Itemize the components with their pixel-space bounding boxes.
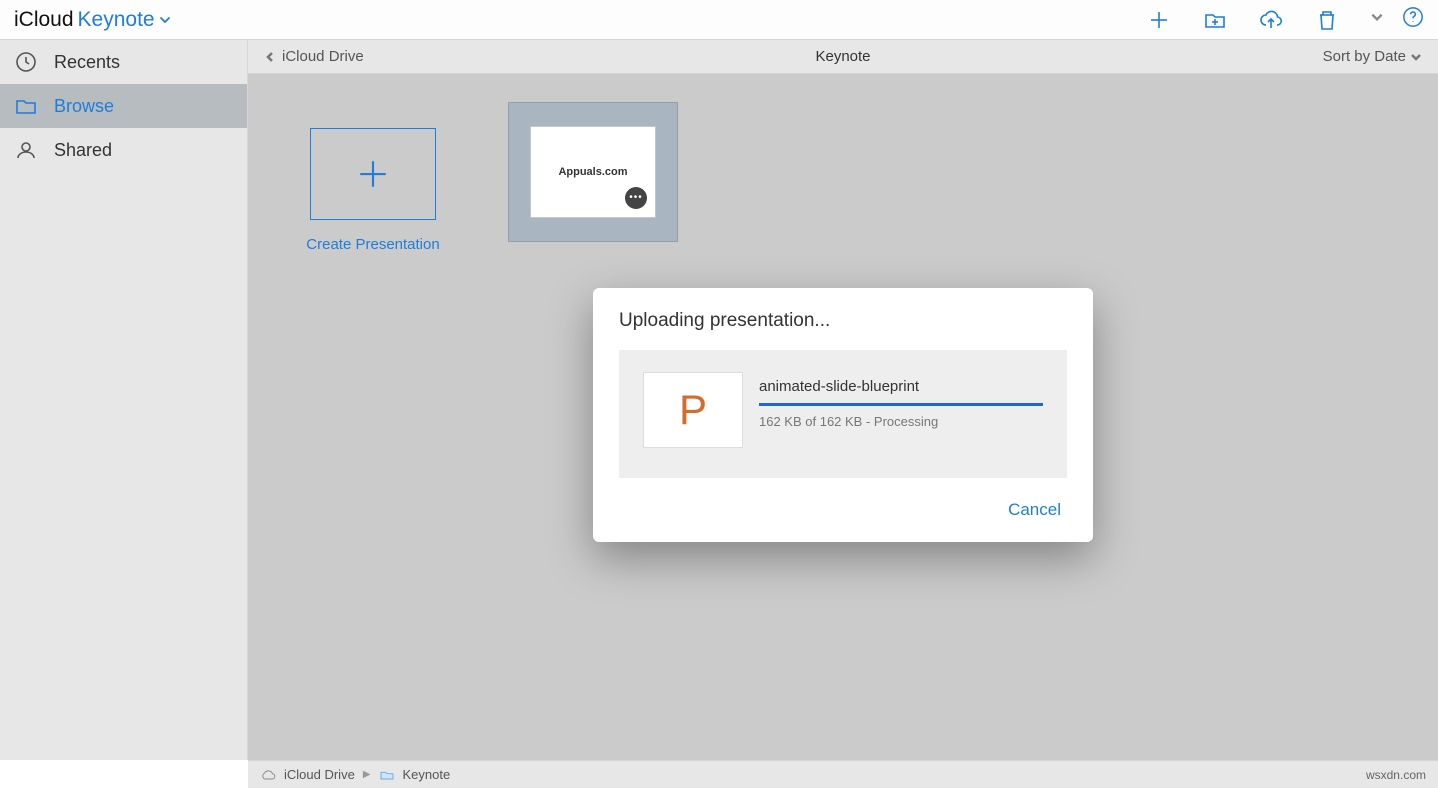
top-toolbar: iCloud Keynote	[0, 0, 1438, 40]
folder-icon	[379, 768, 395, 782]
plus-icon	[356, 157, 390, 191]
create-presentation-tile[interactable]: Create Presentation	[288, 102, 458, 253]
toolbar-actions	[1146, 6, 1424, 33]
create-box[interactable]	[310, 128, 436, 220]
modal-title: Uploading presentation...	[619, 310, 1067, 332]
footer-credit: wsxdn.com	[1366, 768, 1426, 782]
app-name-label: Keynote	[78, 8, 155, 32]
sidebar-item-recents[interactable]: Recents	[0, 40, 247, 84]
sidebar-item-shared[interactable]: Shared	[0, 128, 247, 172]
sidebar: Recents Browse Shared	[0, 40, 248, 760]
footer-breadcrumb: iCloud Drive ▶ Keynote	[260, 767, 450, 782]
footer-bar: iCloud Drive ▶ Keynote wsxdn.com	[248, 760, 1438, 788]
sidebar-item-label: Shared	[54, 140, 112, 161]
main-area: iCloud Drive Keynote Sort by Date Create…	[248, 40, 1438, 760]
crumb-folder[interactable]: Keynote	[403, 767, 451, 782]
folder-icon	[14, 94, 38, 118]
sort-button[interactable]: Sort by Date	[1323, 48, 1422, 65]
upload-progress-bar	[759, 403, 1043, 406]
brand-group: iCloud Keynote	[14, 8, 171, 32]
expand-button[interactable]	[1370, 10, 1384, 29]
more-dots-icon: •••	[629, 193, 643, 203]
crumb-root[interactable]: iCloud Drive	[284, 767, 355, 782]
back-button[interactable]: iCloud Drive	[264, 48, 364, 65]
upload-modal: Uploading presentation... P animated-sli…	[593, 288, 1093, 542]
upload-row: P animated-slide-blueprint 162 KB of 162…	[619, 350, 1067, 478]
cloud-upload-icon	[1259, 8, 1283, 32]
help-button[interactable]	[1402, 6, 1424, 33]
new-folder-button[interactable]	[1202, 7, 1228, 33]
document-grid: Create Presentation Appuals.com •••	[248, 74, 1438, 281]
chevron-left-icon	[264, 51, 276, 63]
cancel-button[interactable]: Cancel	[1002, 496, 1067, 524]
file-status: 162 KB of 162 KB - Processing	[759, 414, 1043, 429]
sort-label: Sort by Date	[1323, 48, 1406, 65]
new-folder-icon	[1203, 8, 1227, 32]
file-thumbnail: P	[643, 372, 743, 448]
cloud-icon	[260, 768, 276, 782]
add-button[interactable]	[1146, 7, 1172, 33]
sidebar-item-label: Browse	[54, 96, 114, 117]
crumb-separator: ▶	[363, 769, 371, 780]
sidebar-item-browse[interactable]: Browse	[0, 84, 247, 128]
upload-button[interactable]	[1258, 7, 1284, 33]
app-switcher[interactable]: Keynote	[78, 8, 171, 32]
trash-icon	[1315, 8, 1339, 32]
help-icon	[1402, 6, 1424, 28]
sidebar-item-label: Recents	[54, 52, 120, 73]
back-label: iCloud Drive	[282, 48, 364, 65]
location-bar: iCloud Drive Keynote Sort by Date	[248, 40, 1438, 74]
delete-button[interactable]	[1314, 7, 1340, 33]
document-thumb-wrap: Appuals.com •••	[508, 102, 678, 242]
chevron-down-icon	[159, 14, 171, 26]
plus-icon	[1147, 8, 1171, 32]
chevron-down-icon	[1370, 10, 1384, 24]
document-more-button[interactable]: •••	[625, 187, 647, 209]
chevron-down-icon	[1410, 51, 1422, 63]
modal-actions: Cancel	[619, 496, 1067, 524]
document-tile[interactable]: Appuals.com •••	[508, 102, 678, 242]
clock-icon	[14, 50, 38, 74]
brand-label: iCloud	[14, 8, 74, 32]
create-label: Create Presentation	[306, 236, 439, 253]
file-info: animated-slide-blueprint 162 KB of 162 K…	[759, 372, 1043, 429]
shared-icon	[14, 138, 38, 162]
location-title: Keynote	[248, 48, 1438, 65]
file-name: animated-slide-blueprint	[759, 378, 1043, 395]
